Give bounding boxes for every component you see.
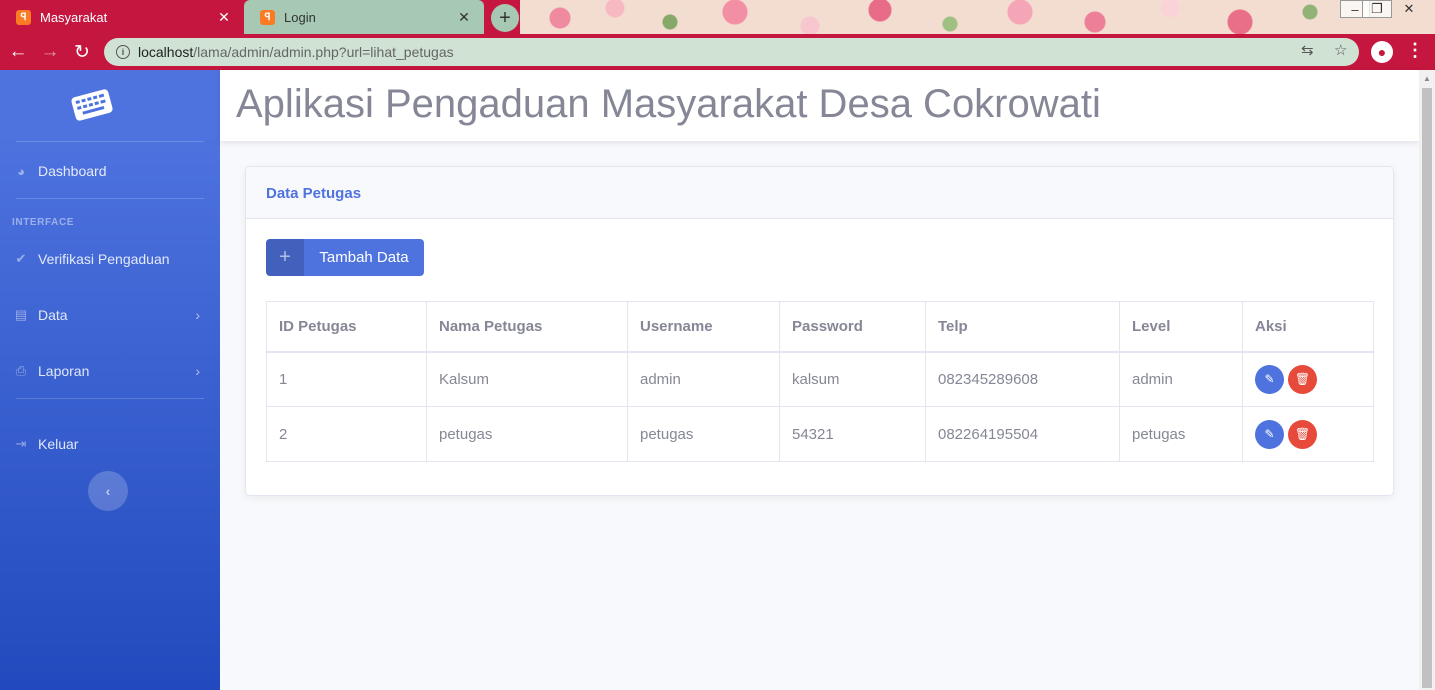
table-row: 2 petugas petugas 54321 082264195504 pet… <box>266 406 1374 462</box>
tab-title: Masyarakat <box>40 9 108 25</box>
sidebar-heading: INTERFACE <box>12 217 75 228</box>
sidebar-item-data[interactable]: ▤ Data › <box>0 295 220 335</box>
column-header: Telp <box>925 301 1120 353</box>
cell-id: 1 <box>266 351 427 407</box>
column-header: Username <box>627 301 780 353</box>
tachometer-icon: ◕ <box>17 163 25 179</box>
edit-icon[interactable]: ✎ <box>1255 419 1284 449</box>
sidebar-item-label: Laporan <box>38 363 90 379</box>
sign-out-icon: ⇥ <box>15 436 27 451</box>
sidebar-item-label: Dashboard <box>38 163 107 179</box>
url-host: localhost <box>138 44 194 60</box>
print-icon: ⎙ <box>15 363 27 378</box>
cell-telp: 082264195504 <box>925 406 1120 462</box>
cell-telp: 082345289608 <box>925 351 1120 407</box>
profile-avatar-icon[interactable]: ● <box>1371 41 1393 63</box>
cell-aksi: ✎ 🗑 <box>1242 351 1374 407</box>
table-header-row: ID Petugas Nama Petugas Username Passwor… <box>266 301 1374 353</box>
column-header: Nama Petugas <box>426 301 628 353</box>
check-icon: ✔ <box>15 251 27 266</box>
cell-id: 2 <box>266 406 427 462</box>
tab-title: Login <box>284 9 316 25</box>
sidebar: ◕ Dashboard INTERFACE ✔ Verifikasi Penga… <box>0 70 220 690</box>
tab-masyarakat[interactable]: ꟼ Masyarakat ✕ <box>0 0 244 34</box>
xampp-favicon-icon: ꟼ <box>260 9 275 25</box>
sidebar-toggle-button[interactable]: ‹ <box>88 471 128 511</box>
address-bar[interactable]: i localhost/lama/admin/admin.php?url=lih… <box>104 38 1359 66</box>
sidebar-item-keluar[interactable]: ⇥ Keluar <box>0 424 220 464</box>
browser-tab-strip: ꟼ Masyarakat ✕ ꟼ Login ✕ + – ❐ ✕ <box>0 0 1435 34</box>
scrollbar-thumb[interactable] <box>1422 88 1432 688</box>
translate-icon[interactable]: ⇆ <box>1301 41 1314 59</box>
sidebar-item-label: Data <box>38 307 68 323</box>
page-scrollbar[interactable]: ▲ <box>1419 70 1435 690</box>
column-header: Level <box>1119 301 1243 353</box>
sidebar-divider <box>16 198 204 199</box>
cell-nama: Kalsum <box>426 351 628 407</box>
cell-password: kalsum <box>779 351 926 407</box>
browser-toolbar: ← → ↻ i localhost/lama/admin/admin.php?u… <box>0 34 1435 70</box>
sidebar-item-dashboard[interactable]: ◕ Dashboard <box>0 151 220 191</box>
button-label: Tambah Data <box>319 249 409 266</box>
cell-password: 54321 <box>779 406 926 462</box>
column-header: ID Petugas <box>266 301 427 353</box>
topbar: Aplikasi Pengaduan Masyarakat Desa Cokro… <box>220 70 1419 141</box>
sidebar-divider <box>16 398 204 399</box>
scroll-up-icon[interactable]: ▲ <box>1423 74 1431 83</box>
chevron-right-icon: › <box>195 363 200 379</box>
more-menu-icon[interactable]: ⋮ <box>1406 40 1424 61</box>
url-path: /lama/admin/admin.php?url=lihat_petugas <box>193 44 454 60</box>
tab-login[interactable]: ꟼ Login ✕ <box>244 0 484 34</box>
forward-arrow-icon[interactable]: → <box>38 40 62 64</box>
info-icon[interactable]: i <box>116 45 130 59</box>
sidebar-divider <box>16 141 204 142</box>
file-icon: ▤ <box>14 307 28 322</box>
keyboard-logo-icon[interactable] <box>69 87 114 122</box>
edit-icon[interactable]: ✎ <box>1255 364 1284 394</box>
back-arrow-icon[interactable]: ← <box>6 40 30 64</box>
cell-username: petugas <box>627 406 780 462</box>
cell-level: admin <box>1119 351 1243 407</box>
star-icon[interactable]: ☆ <box>1334 41 1347 59</box>
sidebar-item-label: Keluar <box>38 436 79 452</box>
plus-icon: + <box>266 239 304 276</box>
sidebar-item-label: Verifikasi Pengaduan <box>38 251 170 267</box>
column-header: Aksi <box>1242 301 1374 353</box>
restore-icon[interactable]: ❐ <box>1362 0 1392 18</box>
page-title: Aplikasi Pengaduan Masyarakat Desa Cokro… <box>236 82 1101 126</box>
cell-level: petugas <box>1119 406 1243 462</box>
new-tab-button[interactable]: + <box>491 4 519 32</box>
petugas-table: ID Petugas Nama Petugas Username Passwor… <box>266 301 1374 462</box>
close-icon[interactable]: ✕ <box>216 9 232 26</box>
xampp-favicon-icon: ꟼ <box>16 9 31 25</box>
chevron-right-icon: › <box>195 307 200 323</box>
card-header: Data Petugas <box>246 167 1393 219</box>
cell-nama: petugas <box>426 406 628 462</box>
sidebar-item-verifikasi-pengaduan[interactable]: ✔ Verifikasi Pengaduan <box>0 239 220 279</box>
reload-icon[interactable]: ↻ <box>70 40 94 64</box>
browser-theme-background <box>520 0 1435 34</box>
card-title: Data Petugas <box>266 185 362 202</box>
sidebar-item-laporan[interactable]: ⎙ Laporan › <box>0 351 220 391</box>
cell-username: admin <box>627 351 780 407</box>
close-icon[interactable]: ✕ <box>456 9 472 26</box>
trash-icon[interactable]: 🗑 <box>1288 419 1317 449</box>
data-petugas-card: Data Petugas + Tambah Data ID Petugas Na… <box>245 166 1394 496</box>
table-row: 1 Kalsum admin kalsum 082345289608 admin… <box>266 351 1374 407</box>
column-header: Password <box>779 301 926 353</box>
tambah-data-button[interactable]: + Tambah Data <box>266 239 424 276</box>
trash-icon[interactable]: 🗑 <box>1288 364 1317 394</box>
window-close-icon[interactable]: ✕ <box>1394 0 1424 18</box>
cell-aksi: ✎ 🗑 <box>1242 406 1374 462</box>
